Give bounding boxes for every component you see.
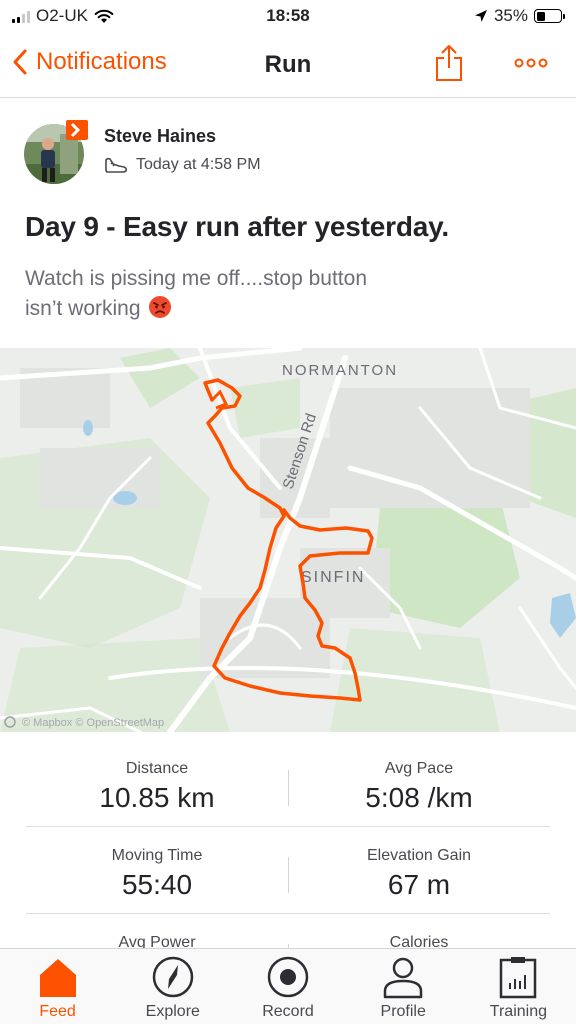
stat-value: 67 m xyxy=(387,869,451,900)
page-title: Run xyxy=(264,51,312,78)
tab-bar: Feed Explore Record Profile Training xyxy=(0,948,576,1024)
battery-icon xyxy=(534,9,565,23)
stats-row: Moving Time 55:40 Elevation Gain 67 m xyxy=(26,827,550,914)
tab-record[interactable]: Record xyxy=(230,949,345,1024)
activity-title: Day 9 - Easy run after yesterday. xyxy=(25,211,449,242)
navigation-bar: Notifications Run xyxy=(0,34,576,98)
stat-avg-pace: Avg Pace 5:08 /km xyxy=(288,760,550,814)
stat-distance: Distance 10.85 km xyxy=(26,760,288,814)
location-arrow-icon xyxy=(474,10,487,22)
home-icon xyxy=(39,959,76,997)
stat-label: Avg Pace xyxy=(384,760,454,777)
stat-label: Distance xyxy=(125,760,189,777)
stat-value: 55:40 xyxy=(121,869,193,900)
map-label: SINFIN xyxy=(301,569,365,586)
stat-label: Elevation Gain xyxy=(366,847,472,864)
tab-label: Training xyxy=(489,1003,548,1020)
athlete-name[interactable]: Steve Haines xyxy=(104,126,216,147)
shoe-icon xyxy=(105,157,128,173)
training-icon xyxy=(500,957,537,999)
angry-face-emoji xyxy=(149,296,172,318)
tab-label: Record xyxy=(262,1003,314,1020)
more-options-button[interactable] xyxy=(512,50,550,81)
route-map[interactable]: NORMANTON Stenson Rd SINFIN © Mapbox © O… xyxy=(0,348,576,732)
activity-meta: Today at 4:58 PM xyxy=(104,156,261,174)
tab-profile[interactable]: Profile xyxy=(346,949,461,1024)
tab-label: Profile xyxy=(380,1003,426,1020)
compass-icon xyxy=(152,956,194,998)
map-attribution[interactable]: © Mapbox © OpenStreetMap xyxy=(22,717,164,729)
tab-feed[interactable]: Feed xyxy=(0,949,115,1024)
map-label: NORMANTON xyxy=(282,362,398,379)
share-button[interactable] xyxy=(434,44,464,87)
tab-label: Explore xyxy=(145,1003,200,1020)
tab-explore[interactable]: Explore xyxy=(115,949,230,1024)
activity-description: Watch is pissing me off....stop button i… xyxy=(25,264,545,324)
more-icon xyxy=(514,58,548,68)
status-bar: O2-UK 18:58 35% xyxy=(0,0,576,34)
strava-badge-icon xyxy=(66,120,88,140)
description-line: Watch is pissing me off....stop button xyxy=(25,267,367,290)
record-icon xyxy=(267,956,309,998)
stat-elevation-gain: Elevation Gain 67 m xyxy=(288,847,550,901)
description-line: isn’t working xyxy=(25,297,141,320)
activity-timestamp: Today at 4:58 PM xyxy=(136,156,261,173)
stats-row: Distance 10.85 km Avg Pace 5:08 /km xyxy=(26,740,550,827)
tab-label: Feed xyxy=(39,1003,76,1020)
stat-label: Moving Time xyxy=(111,847,203,864)
share-icon xyxy=(436,45,462,81)
tab-training[interactable]: Training xyxy=(461,949,576,1024)
stat-moving-time: Moving Time 55:40 xyxy=(26,847,288,901)
battery-percent: 35% xyxy=(493,6,528,25)
stat-value: 5:08 /km xyxy=(365,782,473,813)
profile-icon xyxy=(383,957,423,999)
stat-value: 10.85 km xyxy=(99,782,215,813)
